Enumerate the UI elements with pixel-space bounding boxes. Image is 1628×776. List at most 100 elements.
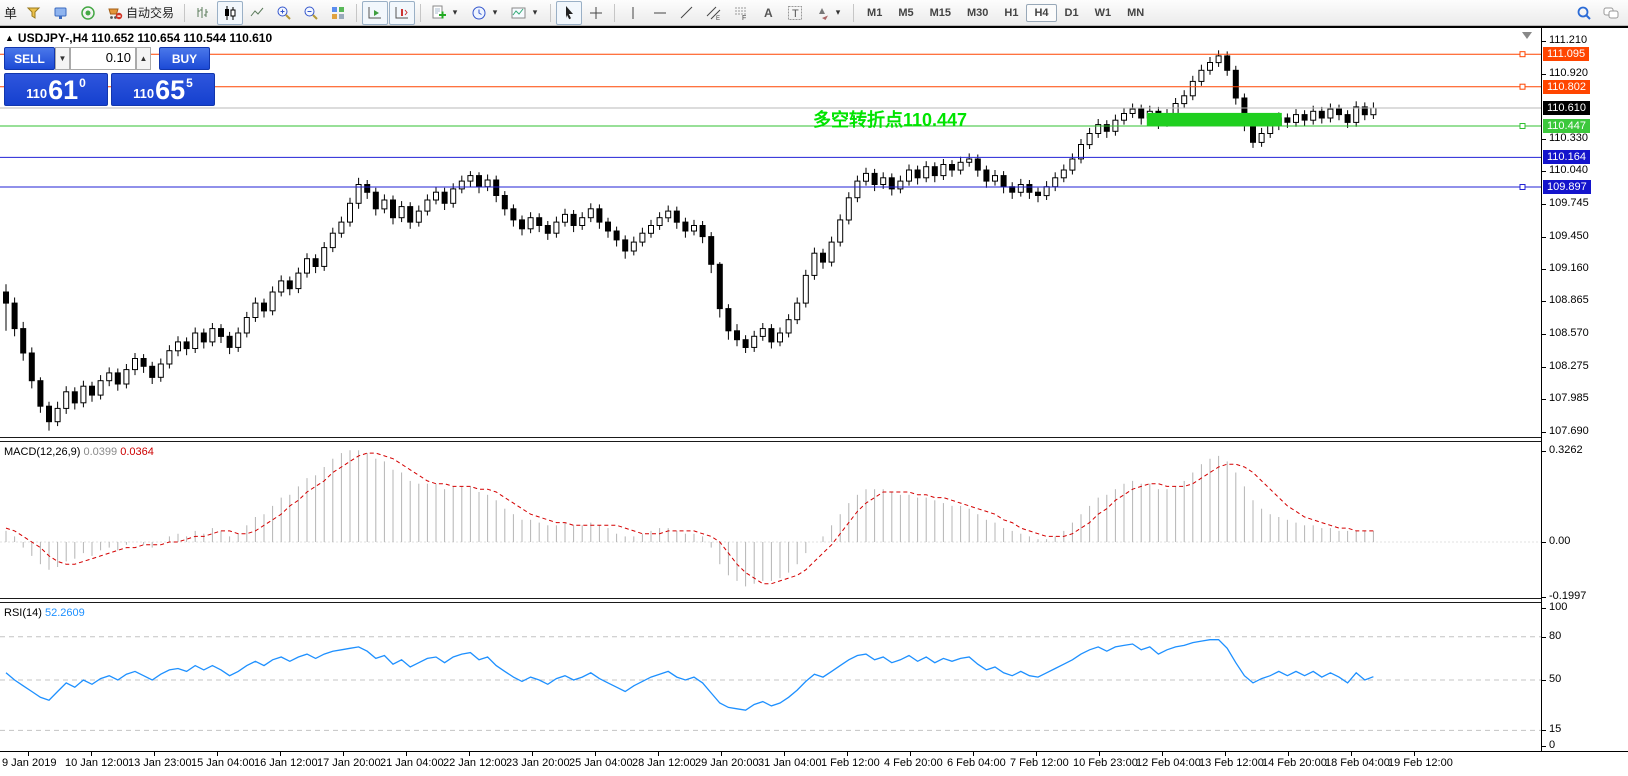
price-tick-108.275: 108.275 [1549, 360, 1589, 372]
chevron-down-icon[interactable]: ▾ [490, 7, 500, 18]
chart-title-text: USDJPY-,H4 110.652 110.654 110.544 110.6… [18, 31, 272, 45]
trendline-icon[interactable] [674, 1, 700, 25]
navigator-icon[interactable] [48, 1, 74, 25]
time-tick-label: 19 Feb 12:00 [1388, 757, 1453, 769]
chevron-down-icon[interactable]: ▾ [833, 7, 843, 18]
toolbar-separator [356, 4, 357, 22]
volume-decrease-button[interactable]: ▼ [55, 47, 70, 70]
price-badge-109.897: 109.897 [1543, 180, 1591, 194]
candles-chart-icon[interactable] [217, 1, 243, 25]
zoom-in-icon[interactable] [271, 1, 297, 25]
templates-button[interactable]: ▾ [506, 1, 545, 25]
axis-tick-mark [1542, 204, 1546, 205]
rsi-name: RSI(14) [4, 607, 42, 619]
autotrading-icon [107, 5, 123, 21]
price-tick-108.570: 108.570 [1549, 327, 1589, 339]
chart-shift-icon[interactable] [389, 1, 415, 25]
timeframe-button-w1[interactable]: W1 [1087, 4, 1120, 22]
terminal-icon[interactable] [75, 1, 101, 25]
chevron-down-icon[interactable]: ▾ [530, 7, 540, 18]
sell-button[interactable]: SELL [4, 47, 55, 70]
macd-signal-value: 0.0364 [120, 446, 154, 458]
time-axis[interactable]: 9 Jan 201910 Jan 12:0013 Jan 23:0015 Jan… [0, 752, 1628, 776]
new-order-label[interactable]: 单 [4, 3, 20, 22]
text-icon[interactable]: A [755, 1, 781, 25]
time-tick-label: 6 Feb 04:00 [947, 757, 1006, 769]
time-tick-label: 22 Jan 12:00 [443, 757, 507, 769]
time-tick-label: 15 Jan 04:00 [191, 757, 255, 769]
market-watch-icon[interactable] [21, 1, 47, 25]
main-chart-pane[interactable]: ▲ USDJPY-,H4 110.652 110.654 110.544 110… [0, 28, 1628, 437]
cursor-icon[interactable] [556, 1, 582, 25]
price-axis[interactable]: 111.210111.095110.920110.802110.610110.4… [1541, 28, 1628, 751]
timeframe-button-d1[interactable]: D1 [1057, 4, 1087, 22]
timeframe-button-m15[interactable]: M15 [922, 4, 959, 22]
line-chart-icon[interactable] [244, 1, 270, 25]
horizontal-line-icon[interactable] [647, 1, 673, 25]
axis-tick-mark [1542, 597, 1546, 598]
price-tick-0.3262: 0.3262 [1549, 444, 1583, 456]
search-icon[interactable] [1571, 1, 1597, 25]
fibonacci-icon[interactable]: F [728, 1, 754, 25]
axis-tick-mark [217, 752, 218, 756]
axis-tick-mark [469, 752, 470, 756]
indicators-button[interactable]: ▾ [426, 1, 465, 25]
chart-shift-marker-icon[interactable] [1522, 32, 1532, 39]
axis-tick-mark [721, 752, 722, 756]
time-tick-label: 9 Jan 2019 [2, 757, 56, 769]
equidistant-channel-icon[interactable]: E [701, 1, 727, 25]
auto-scroll-icon[interactable] [362, 1, 388, 25]
timeframe-button-m30[interactable]: M30 [959, 4, 996, 22]
candlestick-chart[interactable] [0, 28, 1541, 437]
timeframe-button-h4[interactable]: H4 [1026, 4, 1056, 22]
toolbar-separator [420, 4, 421, 22]
periods-button[interactable]: ▾ [466, 1, 505, 25]
axis-tick-mark [1542, 74, 1546, 75]
toolbar: 单 自动交易 ▾ ▾ ▾ E F A T ▾ M1M5M15M [0, 0, 1628, 26]
buy-button[interactable]: BUY [159, 47, 210, 70]
sell-price-pip: 0 [79, 76, 86, 90]
price-badge-110.447: 110.447 [1543, 119, 1590, 133]
rsi-pane[interactable]: RSI(14) 52.2609 [0, 603, 1628, 751]
bars-chart-icon[interactable] [190, 1, 216, 25]
axis-tick-mark [1542, 139, 1546, 140]
price-tick-111.210: 111.210 [1549, 34, 1587, 46]
axis-tick-mark [847, 752, 848, 756]
macd-pane[interactable]: MACD(12,26,9) 0.0399 0.0364 [0, 442, 1628, 598]
buy-price-main: 65 [155, 77, 185, 104]
axis-tick-mark [658, 752, 659, 756]
crosshair-icon[interactable] [583, 1, 609, 25]
macd-chart[interactable] [0, 442, 1541, 598]
arrows-button[interactable]: ▾ [809, 1, 848, 25]
axis-tick-mark [1542, 171, 1546, 172]
chat-icon[interactable] [1598, 1, 1624, 25]
autotrading-button[interactable]: 自动交易 [102, 1, 179, 25]
tile-windows-icon[interactable] [325, 1, 351, 25]
text-label-icon[interactable]: T [782, 1, 808, 25]
price-tick-109.745: 109.745 [1549, 197, 1589, 209]
volume-input[interactable]: 0.10 [70, 47, 136, 70]
buy-price-button[interactable]: 110655 [111, 73, 215, 106]
timeframe-button-m1[interactable]: M1 [859, 4, 890, 22]
vertical-line-icon[interactable] [620, 1, 646, 25]
timeframe-button-m5[interactable]: M5 [890, 4, 921, 22]
axis-tick-mark [1225, 752, 1226, 756]
axis-tick-mark [595, 752, 596, 756]
price-badge-111.095: 111.095 [1543, 47, 1589, 61]
zoom-out-icon[interactable] [298, 1, 324, 25]
rsi-chart[interactable] [0, 603, 1541, 751]
sell-price-button[interactable]: 110610 [4, 73, 108, 106]
axis-tick-mark [1542, 746, 1546, 747]
timeframe-group: M1M5M15M30H1H4D1W1MN [859, 4, 1152, 22]
chevron-down-icon[interactable]: ▾ [450, 7, 460, 18]
volume-increase-button[interactable]: ▲ [136, 47, 151, 70]
timeframe-button-mn[interactable]: MN [1119, 4, 1152, 22]
axis-tick-mark [1542, 367, 1546, 368]
macd-main-value: 0.0399 [83, 446, 117, 458]
template-icon [511, 5, 527, 21]
timeframe-button-h1[interactable]: H1 [996, 4, 1026, 22]
axis-tick-mark [1542, 432, 1546, 433]
axis-tick-mark [343, 752, 344, 756]
axis-tick-mark [1542, 637, 1546, 638]
time-tick-label: 17 Jan 20:00 [317, 757, 381, 769]
